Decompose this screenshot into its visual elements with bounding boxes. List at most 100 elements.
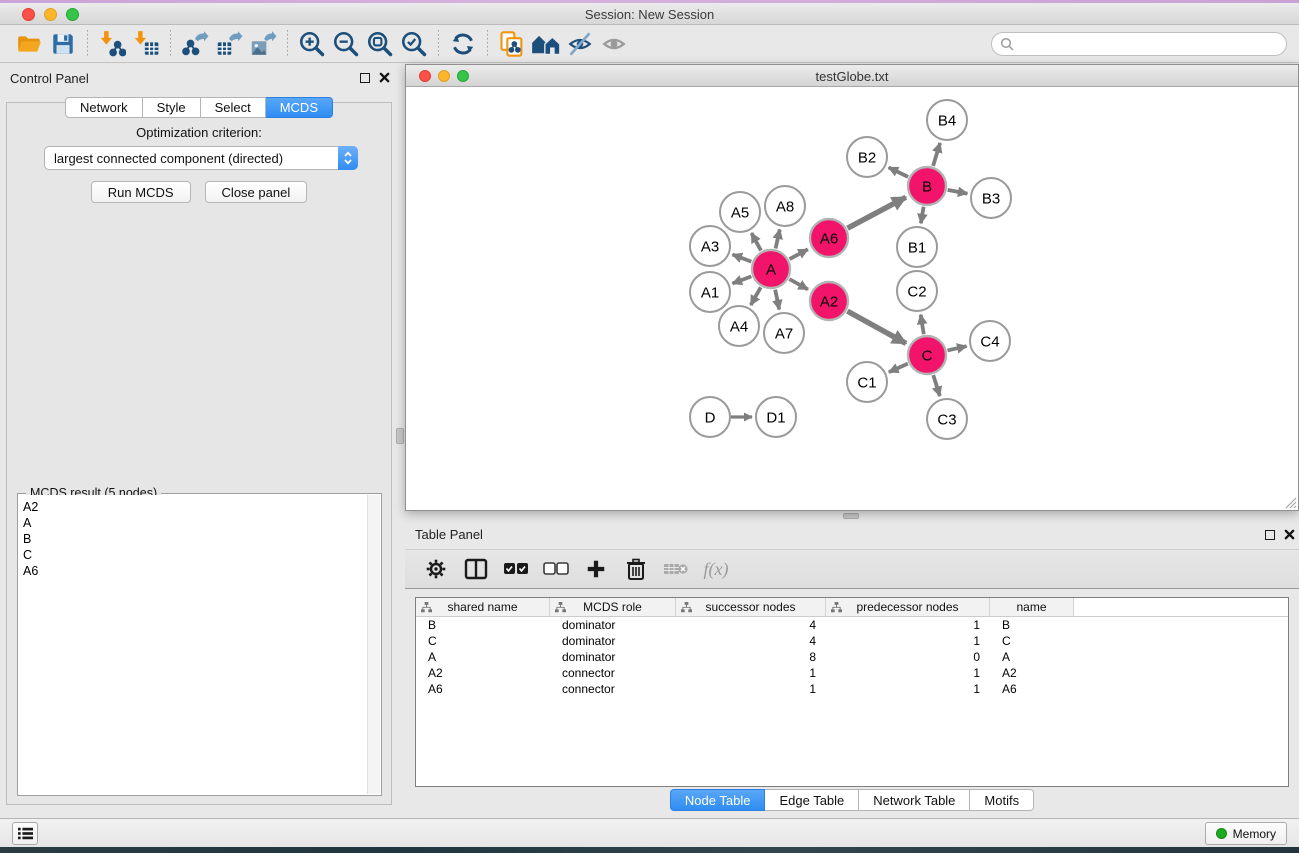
graph-edge[interactable] bbox=[933, 143, 940, 166]
graph-edge[interactable] bbox=[847, 311, 906, 343]
table-settings-button[interactable] bbox=[421, 555, 451, 583]
export-network-button[interactable] bbox=[178, 29, 212, 59]
memory-button[interactable]: Memory bbox=[1205, 822, 1287, 845]
mcds-result-list[interactable]: A2ABCA6 bbox=[19, 495, 367, 794]
graph-edge[interactable] bbox=[732, 254, 751, 261]
result-list-item[interactable]: A bbox=[23, 515, 367, 531]
table-toolbar: f(x) bbox=[405, 549, 1299, 589]
search-input[interactable] bbox=[991, 32, 1287, 56]
export-image-button[interactable] bbox=[246, 29, 280, 59]
import-network-icon bbox=[98, 30, 126, 57]
graph-node-label: D1 bbox=[766, 409, 785, 426]
result-list-item[interactable]: C bbox=[23, 547, 367, 563]
save-session-button[interactable] bbox=[46, 29, 80, 59]
import-table-button[interactable] bbox=[129, 29, 163, 59]
zoom-out-button[interactable] bbox=[329, 29, 363, 59]
memory-label: Memory bbox=[1233, 827, 1276, 841]
graph-edge[interactable] bbox=[948, 190, 968, 194]
close-panel-icon[interactable] bbox=[379, 72, 390, 83]
column-header[interactable]: successor nodes bbox=[676, 598, 826, 616]
export-table-button[interactable] bbox=[212, 29, 246, 59]
mcds-panel: Optimization criterion: largest connecte… bbox=[6, 102, 392, 805]
graph-edge[interactable] bbox=[921, 315, 924, 335]
node-table[interactable]: shared nameMCDS rolesuccessor nodes prede… bbox=[415, 597, 1289, 787]
add-row-button[interactable] bbox=[581, 555, 611, 583]
split-view-button[interactable] bbox=[461, 555, 491, 583]
close-panel-button[interactable]: Close panel bbox=[205, 181, 308, 203]
show-all-button[interactable] bbox=[597, 29, 631, 59]
tab-select[interactable]: Select bbox=[201, 97, 266, 118]
vertical-divider-grip[interactable] bbox=[396, 428, 404, 444]
export-network-icon bbox=[181, 30, 209, 57]
hide-selected-button[interactable] bbox=[563, 29, 597, 59]
graph-edge[interactable] bbox=[751, 233, 761, 250]
graph-node-label: A5 bbox=[731, 204, 749, 221]
copy-network-button[interactable] bbox=[495, 29, 529, 59]
table-cell: 1 bbox=[826, 665, 990, 681]
column-header[interactable]: name bbox=[990, 598, 1074, 616]
tab-mcds[interactable]: MCDS bbox=[266, 97, 333, 118]
graph-edge[interactable] bbox=[848, 197, 906, 228]
column-header[interactable]: MCDS role bbox=[550, 598, 676, 616]
task-history-button[interactable] bbox=[12, 822, 38, 845]
table-row[interactable]: Bdominator41B bbox=[416, 617, 1288, 633]
tab-network[interactable]: Network bbox=[65, 97, 143, 118]
attribute-tree-icon bbox=[555, 602, 566, 616]
table-row[interactable]: A2connector11A2 bbox=[416, 665, 1288, 681]
result-list-item[interactable]: B bbox=[23, 531, 367, 547]
graph-edge[interactable] bbox=[732, 276, 751, 283]
run-mcds-button[interactable]: Run MCDS bbox=[91, 181, 191, 203]
toolbar-separator bbox=[170, 30, 171, 58]
float-table-panel-icon[interactable] bbox=[1265, 530, 1275, 540]
zoom-fit-button[interactable] bbox=[363, 29, 397, 59]
resize-grip-icon[interactable] bbox=[1283, 495, 1297, 509]
table-cell: dominator bbox=[550, 649, 676, 665]
graph-edge[interactable] bbox=[947, 346, 966, 350]
graph-edge[interactable] bbox=[776, 229, 780, 248]
column-header[interactable]: shared name bbox=[416, 598, 550, 616]
graph-edge[interactable] bbox=[933, 375, 940, 396]
network-canvas[interactable]: AA1A2A3A4A5A6A7A8BB1B2B3B4CC1C2C3C4DD1 bbox=[406, 87, 1298, 510]
deselect-all-button[interactable] bbox=[541, 555, 571, 583]
tab-style[interactable]: Style bbox=[143, 97, 201, 118]
refresh-button[interactable] bbox=[446, 29, 480, 59]
column-header-label: predecessor nodes bbox=[856, 600, 958, 614]
float-panel-icon[interactable] bbox=[360, 73, 370, 83]
table-panel: Table Panel bbox=[405, 521, 1299, 812]
graph-edge[interactable] bbox=[889, 364, 908, 373]
graph-edge[interactable] bbox=[751, 287, 761, 305]
graph-edge[interactable] bbox=[789, 279, 808, 289]
tab-network-table[interactable]: Network Table bbox=[859, 789, 970, 811]
function-builder-button[interactable]: f(x) bbox=[701, 555, 731, 583]
graph-edge[interactable] bbox=[775, 290, 779, 310]
graph-edge[interactable] bbox=[921, 207, 924, 224]
import-network-button[interactable] bbox=[95, 29, 129, 59]
zoom-selected-button[interactable] bbox=[397, 29, 431, 59]
delete-row-button[interactable] bbox=[621, 555, 651, 583]
tab-edge-table[interactable]: Edge Table bbox=[765, 789, 859, 811]
result-list-item[interactable]: A2 bbox=[23, 499, 367, 515]
select-all-button[interactable] bbox=[501, 555, 531, 583]
main-toolbar bbox=[0, 25, 1299, 63]
result-scrollbar[interactable] bbox=[367, 495, 380, 794]
tab-node-table[interactable]: Node Table bbox=[670, 789, 766, 811]
home-button[interactable] bbox=[529, 29, 563, 59]
graph-node-label: A6 bbox=[820, 230, 838, 247]
criterion-dropdown[interactable]: largest connected component (directed) bbox=[44, 146, 358, 170]
close-table-panel-icon[interactable] bbox=[1284, 529, 1295, 540]
table-row[interactable]: Cdominator41C bbox=[416, 633, 1288, 649]
table-row[interactable]: Adominator80A bbox=[416, 649, 1288, 665]
delete-table-button[interactable] bbox=[661, 555, 691, 583]
graph-edge[interactable] bbox=[889, 167, 908, 176]
tab-motifs[interactable]: Motifs bbox=[970, 789, 1034, 811]
open-session-button[interactable] bbox=[12, 29, 46, 59]
graph-edge[interactable] bbox=[790, 249, 808, 259]
table-cell: 1 bbox=[826, 617, 990, 633]
column-header-label: name bbox=[1016, 600, 1046, 614]
column-header[interactable]: predecessor nodes bbox=[826, 598, 990, 616]
result-list-item[interactable]: A6 bbox=[23, 563, 367, 579]
table-cell: 4 bbox=[676, 617, 826, 633]
zoom-in-button[interactable] bbox=[295, 29, 329, 59]
horizontal-divider-grip[interactable] bbox=[843, 513, 859, 519]
table-row[interactable]: A6connector11A6 bbox=[416, 681, 1288, 697]
